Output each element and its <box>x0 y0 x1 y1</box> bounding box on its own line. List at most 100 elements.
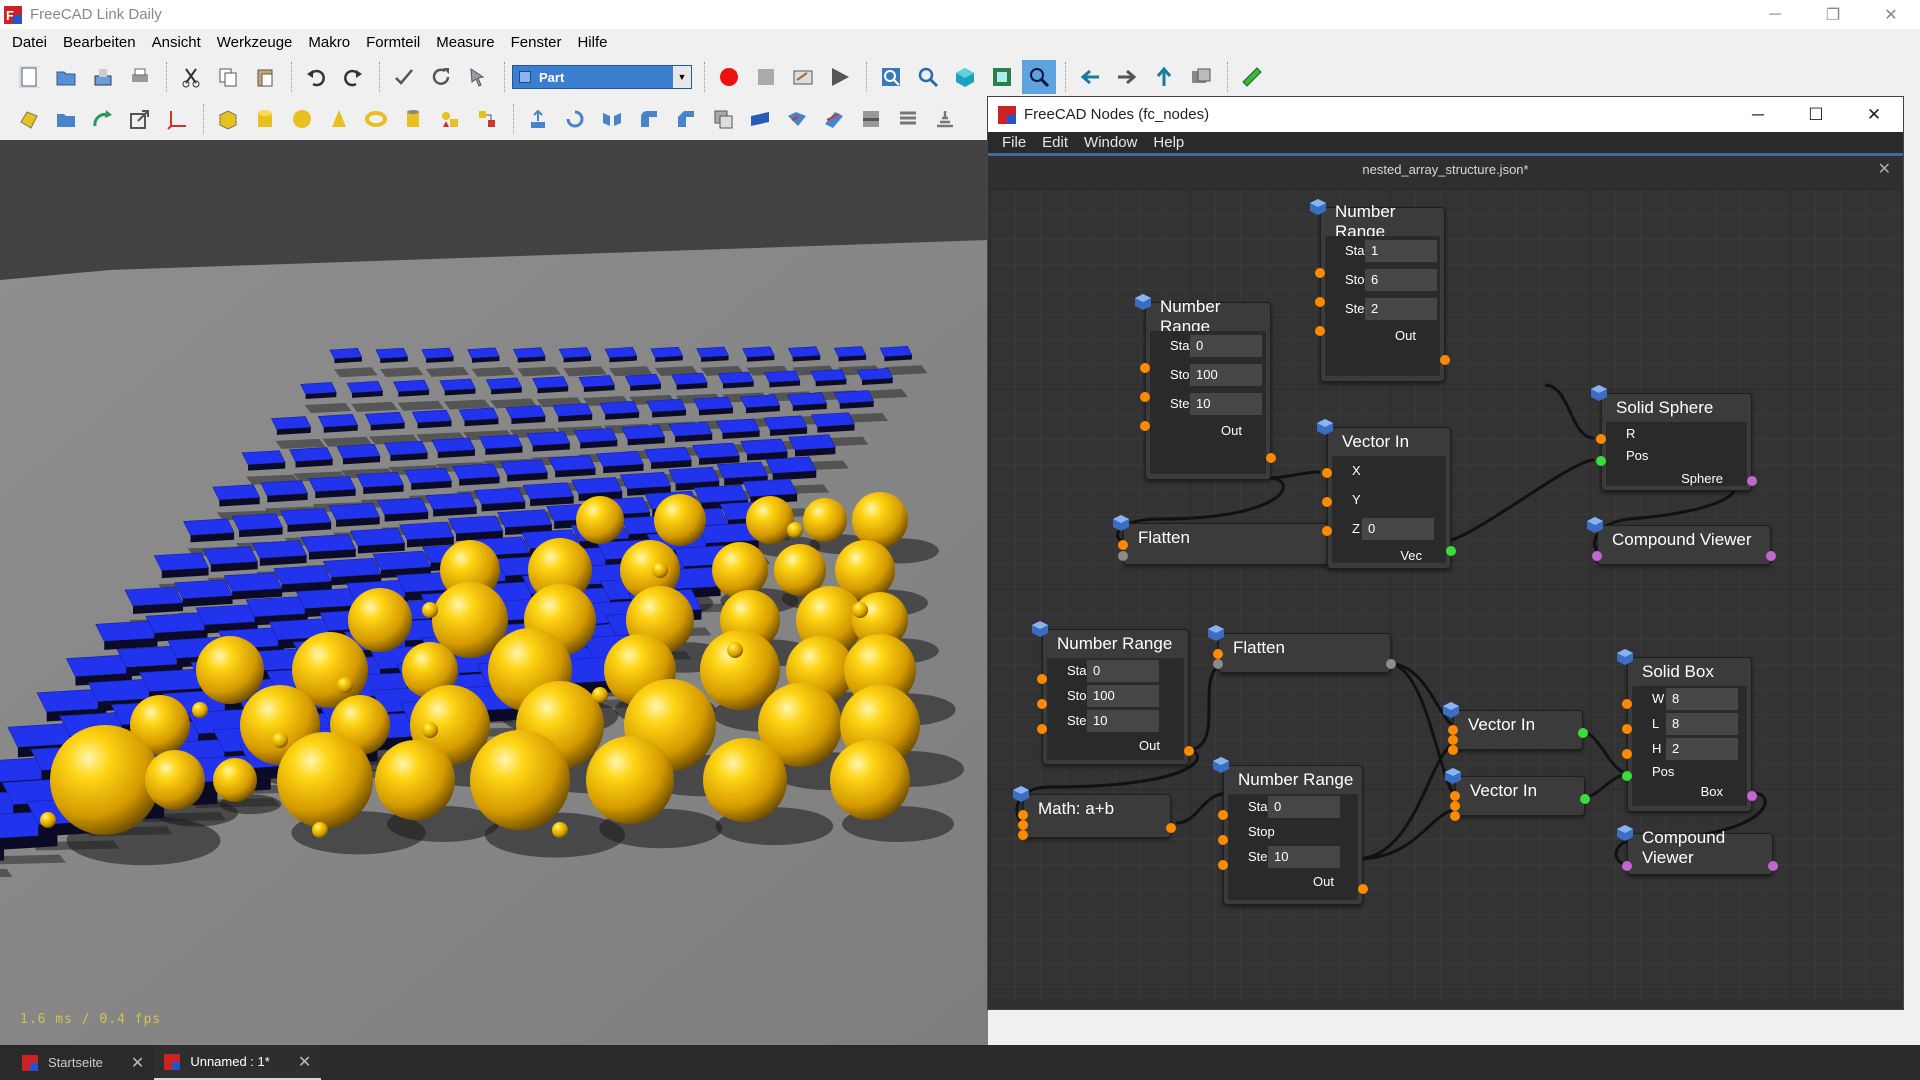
nodes-maximize-button[interactable]: ☐ <box>1787 97 1845 132</box>
node-graph-canvas[interactable]: Number Range Start 1 Stop 6 Step 2 Out Numb… <box>990 189 1901 999</box>
nodes-menu-edit[interactable]: Edit <box>1034 134 1076 151</box>
std-group-button[interactable] <box>49 102 83 136</box>
part-box-button[interactable] <box>211 102 245 136</box>
menu-fenster[interactable]: Fenster <box>503 34 570 51</box>
input-port-step[interactable] <box>1140 421 1150 431</box>
macro-edit-button[interactable] <box>786 60 820 94</box>
output-port-sphere[interactable] <box>1747 476 1757 486</box>
part-loft-button[interactable] <box>780 102 814 136</box>
part-sphere-button[interactable] <box>285 102 319 136</box>
input-port[interactable] <box>1118 540 1128 550</box>
menu-datei[interactable]: Datei <box>4 34 55 51</box>
input-port-stop[interactable] <box>1218 835 1228 845</box>
start-field[interactable]: 0 <box>1190 334 1262 357</box>
input-port-y[interactable] <box>1448 735 1458 745</box>
input-port-b[interactable] <box>1018 820 1028 830</box>
output-port-out[interactable] <box>1358 884 1368 894</box>
cut-button[interactable] <box>174 60 208 94</box>
output-port-out[interactable] <box>1440 355 1450 365</box>
nodes-menu-file[interactable]: File <box>994 134 1034 151</box>
part-revolve-button[interactable] <box>558 102 592 136</box>
input-port-start[interactable] <box>1140 363 1150 373</box>
new-document-button[interactable] <box>12 60 46 94</box>
part-cylinder-button[interactable] <box>248 102 282 136</box>
node-flatten-b[interactable]: Flatten <box>1208 625 1396 673</box>
node-number-range-b[interactable]: Number Range Start 0 Stop 100 Step 10 Out <box>1032 621 1194 765</box>
menu-bearbeiten[interactable]: Bearbeiten <box>55 34 144 51</box>
input-port-l[interactable] <box>1622 724 1632 734</box>
fit-selection-button[interactable] <box>911 60 945 94</box>
step-field[interactable]: 10 <box>1190 392 1262 415</box>
z-field[interactable]: 0 <box>1362 517 1434 540</box>
input-port[interactable] <box>1622 861 1632 871</box>
menu-werkzeuge[interactable]: Werkzeuge <box>209 34 301 51</box>
output-port[interactable] <box>1166 823 1176 833</box>
input-port[interactable] <box>1213 659 1223 669</box>
part-tube-button[interactable] <box>396 102 430 136</box>
length-field[interactable]: 8 <box>1666 712 1738 735</box>
restore-button[interactable]: ❐ <box>1804 0 1862 29</box>
part-shapebuilder-button[interactable] <box>470 102 504 136</box>
menu-makro[interactable]: Makro <box>300 34 358 51</box>
input-port-h[interactable] <box>1622 749 1632 759</box>
std-link-make-button[interactable] <box>123 102 157 136</box>
part-section-button[interactable] <box>854 102 888 136</box>
input-port-stop[interactable] <box>1140 392 1150 402</box>
nodes-close-button[interactable]: ✕ <box>1845 97 1903 132</box>
width-field[interactable]: 8 <box>1666 687 1738 710</box>
menu-hilfe[interactable]: Hilfe <box>569 34 615 51</box>
node-number-range-c[interactable]: Number Range Start 0 Stop Step 10 Out <box>1213 757 1368 905</box>
input-port[interactable] <box>1118 551 1128 561</box>
file-tab[interactable]: nested_array_structure.json* ✕ <box>988 156 1903 182</box>
bounding-box-button[interactable] <box>1022 60 1056 94</box>
output-port-out[interactable] <box>1266 453 1276 463</box>
redo-button[interactable] <box>336 60 370 94</box>
input-port-step[interactable] <box>1037 724 1047 734</box>
node-flatten-a[interactable]: Flatten <box>1113 515 1344 565</box>
input-port[interactable] <box>1213 649 1223 659</box>
start-field[interactable]: 0 <box>1268 795 1340 818</box>
nodes-menu-window[interactable]: Window <box>1076 134 1145 151</box>
output-port-vec[interactable] <box>1580 794 1590 804</box>
node-compound-viewer-a[interactable]: Compound Viewer <box>1587 517 1776 565</box>
close-file-icon[interactable]: ✕ <box>1878 159 1891 179</box>
step-field[interactable]: 10 <box>1268 845 1340 868</box>
tab-unnamed[interactable]: Unnamed : 1* ✕ <box>154 1045 322 1080</box>
print-button[interactable] <box>123 60 157 94</box>
input-port-y[interactable] <box>1450 801 1460 811</box>
input-port-start[interactable] <box>1218 810 1228 820</box>
menu-measure[interactable]: Measure <box>428 34 502 51</box>
macro-record-button[interactable] <box>712 60 746 94</box>
input-port-start[interactable] <box>1037 674 1047 684</box>
node-number-range-top[interactable]: Number Range Start 1 Stop 6 Step 2 Out <box>1310 199 1450 382</box>
node-compound-viewer-b[interactable]: Compound Viewer <box>1617 825 1778 875</box>
input-port-z[interactable] <box>1322 526 1332 536</box>
menu-ansicht[interactable]: Ansicht <box>144 34 209 51</box>
stop-field[interactable]: 6 <box>1365 268 1437 291</box>
whats-this-button[interactable] <box>461 60 495 94</box>
macro-run-button[interactable] <box>823 60 857 94</box>
node-vector-in-b[interactable]: Vector In <box>1443 702 1588 755</box>
start-field[interactable]: 0 <box>1087 659 1159 682</box>
recompute-check-button[interactable] <box>387 60 421 94</box>
input-port-step[interactable] <box>1315 326 1325 336</box>
node-number-range-a[interactable]: Number Range Start 0 Stop 100 Step 10 Out <box>1135 294 1276 480</box>
input-port-z[interactable] <box>1450 811 1460 821</box>
output-port-vec[interactable] <box>1578 728 1588 738</box>
minimize-button[interactable]: ─ <box>1746 0 1804 29</box>
input-port-pos[interactable] <box>1596 456 1606 466</box>
nodes-minimize-button[interactable]: ─ <box>1729 97 1787 132</box>
refresh-button[interactable] <box>424 60 458 94</box>
part-torus-button[interactable] <box>359 102 393 136</box>
macro-stop-button[interactable] <box>749 60 783 94</box>
3d-viewport[interactable]: 1.6 ms / 0.4 fps <box>0 140 988 1045</box>
part-fillet-button[interactable] <box>632 102 666 136</box>
close-tab-icon[interactable]: ✕ <box>131 1053 144 1073</box>
height-field[interactable]: 2 <box>1666 737 1738 760</box>
part-chamfer-button[interactable] <box>669 102 703 136</box>
output-port[interactable] <box>1768 861 1778 871</box>
undo-button[interactable] <box>299 60 333 94</box>
part-mirror-button[interactable] <box>595 102 629 136</box>
part-ruled-button[interactable] <box>743 102 777 136</box>
input-port-a[interactable] <box>1018 810 1028 820</box>
